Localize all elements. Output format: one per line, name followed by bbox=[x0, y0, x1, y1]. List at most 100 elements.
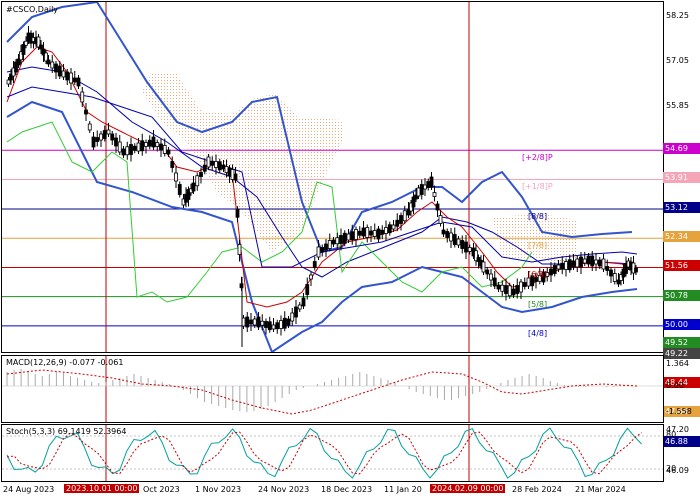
candle-body bbox=[114, 137, 118, 147]
candle-body bbox=[214, 161, 218, 168]
candle-body bbox=[252, 318, 257, 326]
candle-body bbox=[210, 160, 215, 166]
candle-body bbox=[24, 40, 28, 46]
macd-tick-zero: 0.00 bbox=[666, 381, 684, 390]
price-level-tag: 51.56 bbox=[663, 260, 700, 272]
candle-body bbox=[567, 259, 572, 271]
candle-body bbox=[305, 284, 310, 295]
candle-body bbox=[140, 140, 145, 152]
candle-body bbox=[426, 181, 431, 188]
candle-body bbox=[72, 77, 77, 83]
candle-body bbox=[267, 321, 272, 331]
candle-body bbox=[76, 77, 81, 87]
candle-body bbox=[286, 318, 291, 326]
candle-body bbox=[227, 167, 232, 177]
candle-body bbox=[634, 267, 638, 273]
candle-body bbox=[612, 273, 617, 282]
candle-body bbox=[166, 149, 171, 155]
date-marker-label: 2024.02.09 00:00 bbox=[430, 484, 506, 493]
price-level-tag: 53.12 bbox=[663, 202, 700, 214]
candle-body bbox=[331, 239, 336, 245]
candle-body bbox=[346, 233, 351, 241]
candle-body bbox=[121, 148, 126, 156]
candle-body bbox=[159, 143, 163, 151]
candle-body bbox=[492, 277, 497, 287]
candle-body bbox=[297, 304, 302, 310]
candle-body bbox=[271, 324, 276, 330]
price-tick-label: 55.85 bbox=[666, 100, 689, 110]
candle-body bbox=[605, 266, 610, 271]
candle-body bbox=[260, 320, 265, 326]
candle-body bbox=[84, 109, 88, 115]
candle-body bbox=[515, 285, 520, 294]
price-axis[interactable]: 58.25 57.05 55.85 47.20 46.09 54.69 53.91 53.12… bbox=[663, 1, 700, 475]
candle-body bbox=[507, 285, 512, 297]
candle-body bbox=[597, 259, 602, 267]
candle-body bbox=[235, 208, 240, 218]
date-label: 1 Nov 2023 bbox=[195, 485, 242, 494]
candle-body bbox=[387, 224, 392, 234]
candle-body bbox=[357, 230, 362, 236]
candle-body bbox=[609, 269, 613, 277]
candle-body bbox=[191, 182, 196, 192]
candle-body bbox=[579, 256, 583, 268]
candle-body bbox=[309, 274, 313, 280]
murrey-level-label: [6/8] bbox=[528, 270, 548, 280]
candle-body bbox=[177, 184, 182, 195]
stoch-axis: 80 20 bbox=[663, 424, 700, 480]
candle-body bbox=[6, 79, 11, 85]
candle-body bbox=[102, 130, 107, 139]
murrey-level-label: [7/8] bbox=[528, 241, 548, 251]
candle-body bbox=[423, 184, 427, 190]
candle-body bbox=[582, 258, 587, 264]
candle-body bbox=[361, 227, 366, 237]
candle-body bbox=[324, 243, 328, 251]
candle-body bbox=[391, 224, 396, 230]
stoch-title: Stoch(5,3,3) 69.1419 52.3964 bbox=[6, 427, 127, 436]
candle-body bbox=[320, 247, 325, 252]
price-level-tag: 54.69 bbox=[663, 143, 700, 155]
candle-body bbox=[147, 139, 152, 147]
candle-body bbox=[441, 229, 446, 235]
stoch-tick-20: 20 bbox=[666, 464, 677, 473]
macd-axis: 1.364 0.00 -1.558 bbox=[663, 355, 700, 421]
murrey-level-label: [5/8] bbox=[528, 299, 548, 309]
candle-body bbox=[552, 265, 557, 274]
candle-body bbox=[80, 91, 85, 103]
stoch-tick-80: 80 bbox=[666, 430, 677, 439]
date-label: 28 Feb 2024 bbox=[512, 485, 562, 494]
candle-body bbox=[294, 306, 298, 318]
macd-pane[interactable]: MACD(12,26,9) -0.077 -0.061 bbox=[1, 355, 664, 423]
candle-body bbox=[435, 203, 440, 211]
candle-body bbox=[65, 71, 70, 81]
stoch-pane[interactable]: Stoch(5,3,3) 69.1419 52.3964 bbox=[1, 424, 664, 482]
chart-window[interactable]: #CSCO,Daily [+2/8]P [+1/8]P [8/8] [7/8] [6/8… bbox=[0, 0, 700, 500]
candle-body bbox=[221, 164, 226, 170]
candle-body bbox=[354, 229, 358, 240]
candle-body bbox=[590, 255, 595, 267]
candle-body bbox=[224, 166, 229, 173]
candle-body bbox=[429, 176, 434, 188]
murrey-level-label: [4/8] bbox=[528, 328, 548, 338]
macd-title: MACD(12,26,9) -0.077 -0.061 bbox=[6, 358, 124, 367]
candle-body bbox=[237, 244, 242, 255]
candle-body bbox=[155, 142, 160, 147]
price-level-tag: 52.34 bbox=[663, 231, 700, 243]
price-level-tag: 53.91 bbox=[663, 172, 700, 184]
candle-body bbox=[556, 264, 561, 270]
candle-body bbox=[489, 273, 493, 281]
candle-body bbox=[125, 146, 130, 156]
candle-body bbox=[449, 232, 453, 242]
candle-body bbox=[117, 141, 122, 153]
candle-body bbox=[233, 173, 238, 181]
candle-body bbox=[136, 142, 141, 152]
price-level-tag: 49.52 bbox=[663, 336, 700, 348]
date-axis[interactable]: 24 Aug 2023 2023.10.01 00:00 Oct 2023 1 Nov… bbox=[0, 482, 663, 500]
candle-body bbox=[438, 215, 443, 224]
candle-body bbox=[522, 282, 527, 287]
candle-body bbox=[460, 240, 465, 249]
price-pane[interactable]: #CSCO,Daily [+2/8]P [+1/8]P [8/8] [7/8] [6/8… bbox=[1, 1, 664, 353]
candle-body bbox=[217, 161, 222, 171]
candle-body bbox=[230, 169, 235, 180]
candle-body bbox=[95, 137, 100, 142]
